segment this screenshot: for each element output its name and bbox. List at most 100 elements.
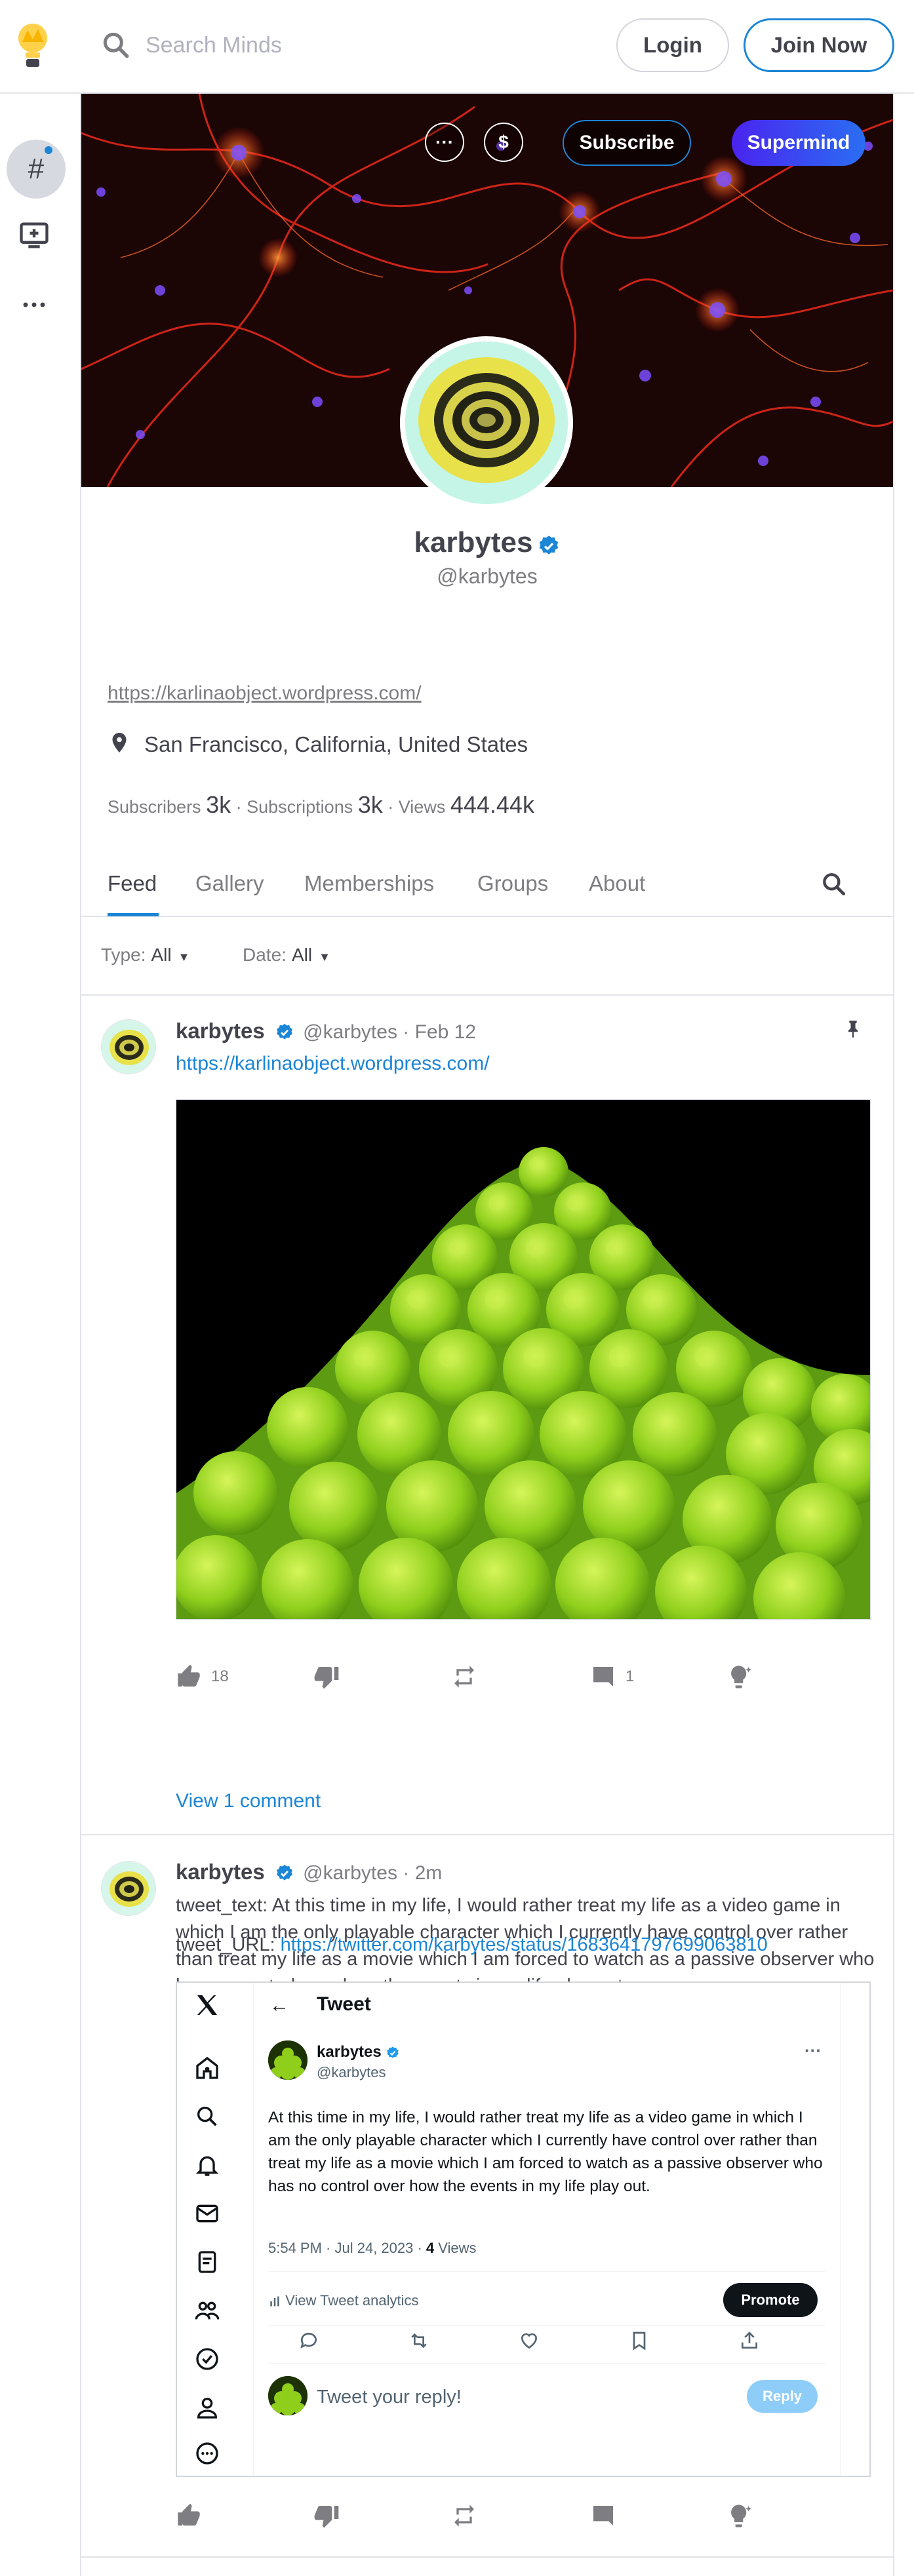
minds-logo-icon[interactable] [13, 20, 52, 75]
post-author-name[interactable]: karbytes [176, 1860, 265, 1884]
tab-groups[interactable]: Groups [477, 871, 548, 896]
tweet-author-name: karbytes [317, 2043, 400, 2061]
views-count: 444.44k [450, 791, 534, 818]
comment-button[interactable] [590, 2499, 616, 2532]
tweet-url-label: tweet_URL: [176, 1934, 275, 1955]
post-author[interactable]: karbytes @karbytes · Feb 12 [176, 1019, 476, 1044]
supermind-reply-button[interactable] [728, 1660, 754, 1693]
tweet-views-label: Views [434, 2240, 477, 2256]
top-bar: Login Join Now [0, 0, 914, 94]
pin-icon [842, 1018, 864, 1040]
more-options-button[interactable]: ··· [425, 123, 464, 162]
location-pin-icon [108, 731, 131, 754]
post-link[interactable]: https://karlinaobject.wordpress.com/ [176, 1053, 490, 1075]
notification-dot [45, 146, 52, 154]
subscriptions-label[interactable]: Subscriptions [247, 797, 353, 817]
more-circle-icon [196, 2442, 218, 2465]
verified-icon [196, 2348, 218, 2370]
thumbs-down-icon [314, 1667, 339, 1689]
post-author-avatar[interactable] [101, 1019, 156, 1074]
hashtag-icon[interactable]: # [7, 140, 66, 199]
channel-tabs: Feed Gallery Memberships Groups About [81, 851, 893, 917]
feed-search-icon[interactable] [820, 870, 848, 899]
channel-avatar[interactable] [400, 336, 573, 509]
subscriptions-count[interactable]: 3k [358, 791, 383, 818]
repost-icon [454, 1666, 474, 1688]
post-divider [81, 1834, 893, 1835]
post-meta: @karbytes · 2m [303, 1862, 443, 1884]
subscribers-count[interactable]: 3k [206, 791, 231, 818]
promote-button: Promote [723, 2283, 818, 2317]
thumbs-up-icon [178, 2503, 200, 2526]
back-arrow-icon: ← [269, 1995, 289, 2016]
more-icon: ··· [805, 2040, 822, 2060]
remind-button[interactable] [451, 1660, 477, 1693]
tweet-timestamp: 5:54 PM · Jul 24, 2023 · 4 Views [268, 2240, 477, 2257]
tweet-url-link[interactable]: https://twitter.com/karbytes/status/1683… [281, 1934, 768, 1955]
upvote-button[interactable]: 18 [176, 1660, 229, 1693]
x-logo-icon [197, 1995, 217, 2015]
lists-icon [198, 2251, 216, 2273]
date-filter-label: Date: [243, 945, 287, 965]
tweet-time: 5:54 PM · Jul 24, 2023 · [268, 2240, 426, 2256]
tweet-views-count: 4 [426, 2240, 435, 2256]
tip-button[interactable]: $ [484, 123, 523, 162]
left-sidebar: # [0, 94, 81, 2576]
join-now-button[interactable]: Join Now [744, 18, 894, 72]
verified-badge-icon [275, 1864, 294, 1883]
comment-button[interactable]: 1 [590, 1660, 634, 1693]
explore-icon [197, 2107, 217, 2126]
verified-badge-icon [387, 2046, 399, 2058]
post-actions: 18 1 [176, 1660, 871, 1693]
downvote-button[interactable] [313, 2499, 340, 2532]
communities-icon [195, 2301, 220, 2320]
search-input[interactable] [146, 24, 487, 67]
tweet-text: At this time in my life, I would rather … [268, 2109, 823, 2195]
upvote-button[interactable] [176, 2499, 202, 2532]
downvote-button[interactable] [313, 1660, 340, 1693]
tweet-author-handle: @karbytes [317, 2064, 386, 2080]
tab-gallery[interactable]: Gallery [195, 871, 264, 896]
supermind-reply-button[interactable] [728, 2499, 754, 2532]
remind-button[interactable] [451, 2499, 477, 2532]
add-screen-icon[interactable] [17, 218, 51, 252]
tab-memberships[interactable]: Memberships [304, 871, 434, 896]
tweet-divider [268, 2271, 825, 2272]
channel-website-link[interactable]: https://karlinaobject.wordpress.com/ [108, 682, 422, 705]
post-author-name[interactable]: karbytes [176, 1019, 265, 1043]
channel-main: ··· $ Subscribe Supermind karbytes @karb… [81, 94, 894, 2576]
tweet-analytics: View Tweet analytics [268, 2292, 419, 2309]
post-divider [81, 2556, 893, 2558]
login-button[interactable]: Login [616, 18, 729, 72]
subscribe-button[interactable]: Subscribe [563, 120, 691, 166]
share-icon [742, 2332, 757, 2349]
views-label: Views [398, 797, 446, 817]
reply-avatar [268, 2376, 308, 2415]
tweet-divider [268, 2325, 825, 2326]
chevron-down-icon: ▼ [319, 950, 330, 964]
tweet-url-line: tweet_URL: https://twitter.com/karbytes/… [176, 1934, 768, 1956]
tab-about[interactable]: About [589, 871, 645, 896]
profile-icon [197, 2398, 218, 2419]
post-meta: @karbytes · Feb 12 [303, 1021, 477, 1043]
type-filter[interactable]: Type: All ▼ [101, 945, 189, 966]
home-icon [196, 2056, 218, 2079]
type-filter-value: All [151, 945, 172, 965]
subscribers-label[interactable]: Subscribers [108, 797, 201, 817]
post-author-avatar[interactable] [101, 1861, 156, 1916]
type-filter-label: Type: [101, 945, 146, 965]
more-icon[interactable] [17, 288, 51, 322]
view-comments-link[interactable]: View 1 comment [176, 1790, 321, 1812]
romanesco-image[interactable] [176, 1099, 871, 1620]
post-author[interactable]: karbytes @karbytes · 2m [176, 1860, 442, 1884]
tweet-screenshot-image[interactable]: ← Tweet karbytes @karbytes ··· At this t… [176, 1981, 871, 2477]
upvote-count: 18 [211, 1668, 229, 1685]
post-actions [176, 2499, 871, 2532]
verified-badge-icon [275, 1023, 294, 1042]
comment-icon [593, 2506, 613, 2526]
channel-name-text: karbytes [414, 526, 533, 558]
supermind-button[interactable]: Supermind [732, 120, 865, 166]
heart-icon [521, 2333, 538, 2349]
date-filter[interactable]: Date: All ▼ [243, 945, 330, 966]
tab-feed[interactable]: Feed [108, 871, 157, 896]
